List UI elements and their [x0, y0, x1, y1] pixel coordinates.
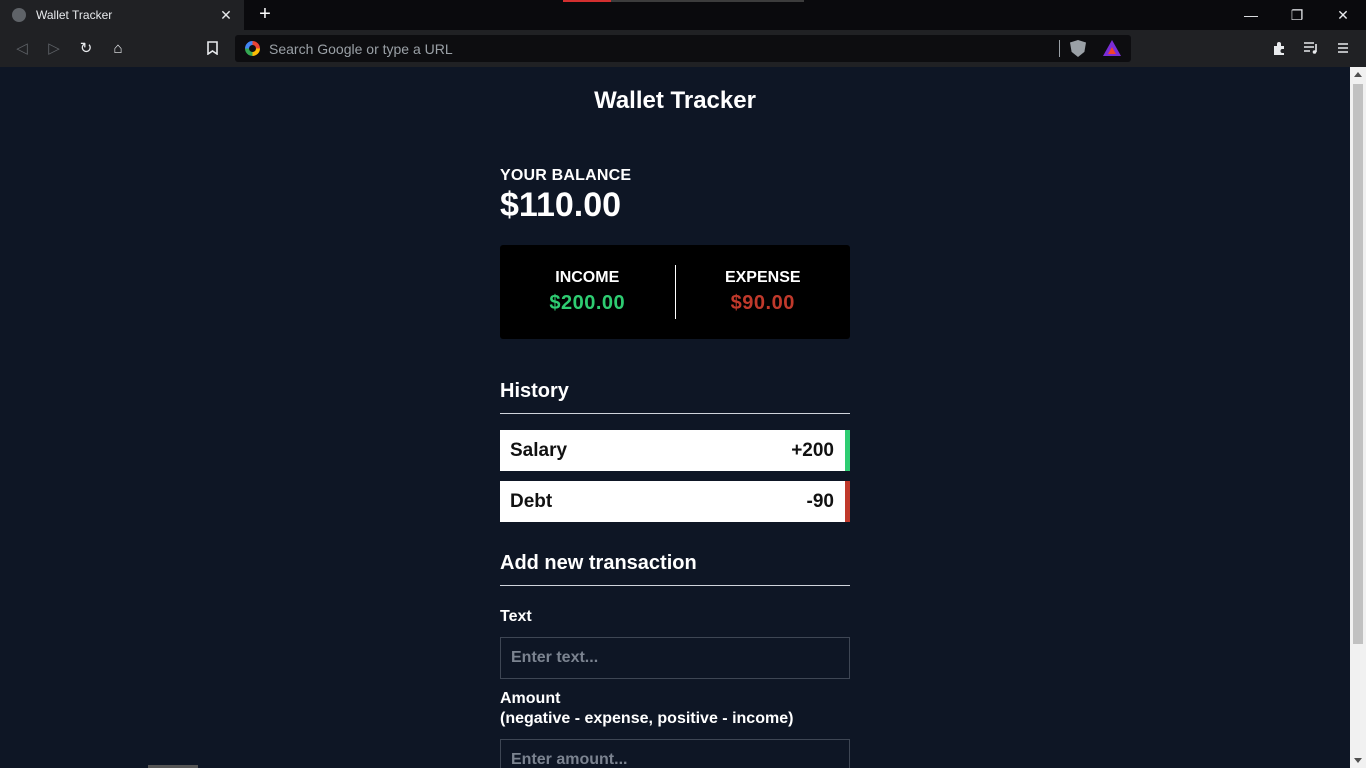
media-playlist-icon[interactable]	[1300, 37, 1322, 59]
expense-label: EXPENSE	[724, 269, 801, 286]
restore-button[interactable]: ❐	[1274, 0, 1320, 30]
forward-icon[interactable]: ▷	[43, 37, 65, 59]
add-transaction-heading: Add new transaction	[500, 552, 850, 586]
scroll-down-icon[interactable]	[1354, 758, 1362, 763]
history-item-amount: -90	[806, 490, 834, 512]
scrollbar-thumb[interactable]	[1353, 84, 1363, 644]
minimize-button[interactable]: —	[1228, 0, 1274, 30]
history-list: Salary +200 Debt -90	[500, 430, 850, 522]
history-item-text: Debt	[510, 490, 553, 512]
history-item-text: Salary	[510, 439, 568, 461]
extensions-icon[interactable]	[1268, 37, 1290, 59]
close-window-button[interactable]: ✕	[1320, 0, 1366, 30]
balance-value: $110.00	[500, 186, 622, 224]
screen-record-indicator	[563, 0, 611, 2]
history-item[interactable]: Debt -90	[500, 481, 850, 522]
home-icon[interactable]: ⌂	[107, 37, 129, 59]
history-item-amount: +200	[791, 439, 834, 461]
address-input[interactable]	[269, 39, 1049, 58]
globe-icon	[12, 8, 26, 22]
amount-label-block: Amount (negative - expense, positive - i…	[500, 689, 850, 729]
amount-input[interactable]	[500, 739, 850, 768]
screen-record-bar	[611, 0, 804, 2]
page-viewport: Wallet Tracker YOUR BALANCE $110.00 INCO…	[0, 67, 1350, 768]
tab-title: Wallet Tracker	[36, 8, 113, 22]
new-tab-button[interactable]: +	[254, 4, 276, 26]
expense-value: $90.00	[730, 292, 795, 314]
history-heading: History	[500, 380, 850, 414]
amount-label: Amount	[500, 690, 561, 707]
brave-rewards-icon[interactable]	[1103, 40, 1121, 56]
google-icon	[245, 41, 260, 56]
income-expense-card: INCOME $200.00 EXPENSE $90.00	[500, 245, 850, 339]
page-scrollbar[interactable]	[1350, 67, 1366, 768]
scroll-up-icon[interactable]	[1354, 72, 1362, 77]
wallet-container: YOUR BALANCE $110.00 INCOME $200.00 EXPE…	[500, 167, 850, 768]
back-icon[interactable]: ◁	[11, 37, 33, 59]
tab-close-icon[interactable]: ✕	[218, 7, 234, 24]
bookmark-icon[interactable]	[201, 37, 223, 59]
address-bar-divider	[1059, 40, 1060, 57]
amount-hint: (negative - expense, positive - income)	[500, 710, 794, 727]
expense-column: EXPENSE $90.00	[676, 269, 851, 315]
address-bar[interactable]	[235, 35, 1131, 62]
history-item[interactable]: Salary +200	[500, 430, 850, 471]
text-input[interactable]	[500, 637, 850, 679]
reload-icon[interactable]: ↻	[75, 37, 97, 59]
text-label: Text	[500, 608, 532, 625]
brave-shields-icon[interactable]	[1070, 40, 1086, 57]
menu-icon[interactable]	[1332, 37, 1354, 59]
income-value: $200.00	[549, 292, 626, 314]
tab-strip: Wallet Tracker ✕ + — ❐ ✕	[0, 0, 1366, 30]
income-column: INCOME $200.00	[500, 269, 675, 315]
app-title: Wallet Tracker	[594, 87, 756, 114]
tab-wallet-tracker[interactable]: Wallet Tracker ✕	[0, 0, 244, 30]
income-label: INCOME	[555, 269, 620, 286]
balance-label: YOUR BALANCE	[500, 167, 632, 184]
